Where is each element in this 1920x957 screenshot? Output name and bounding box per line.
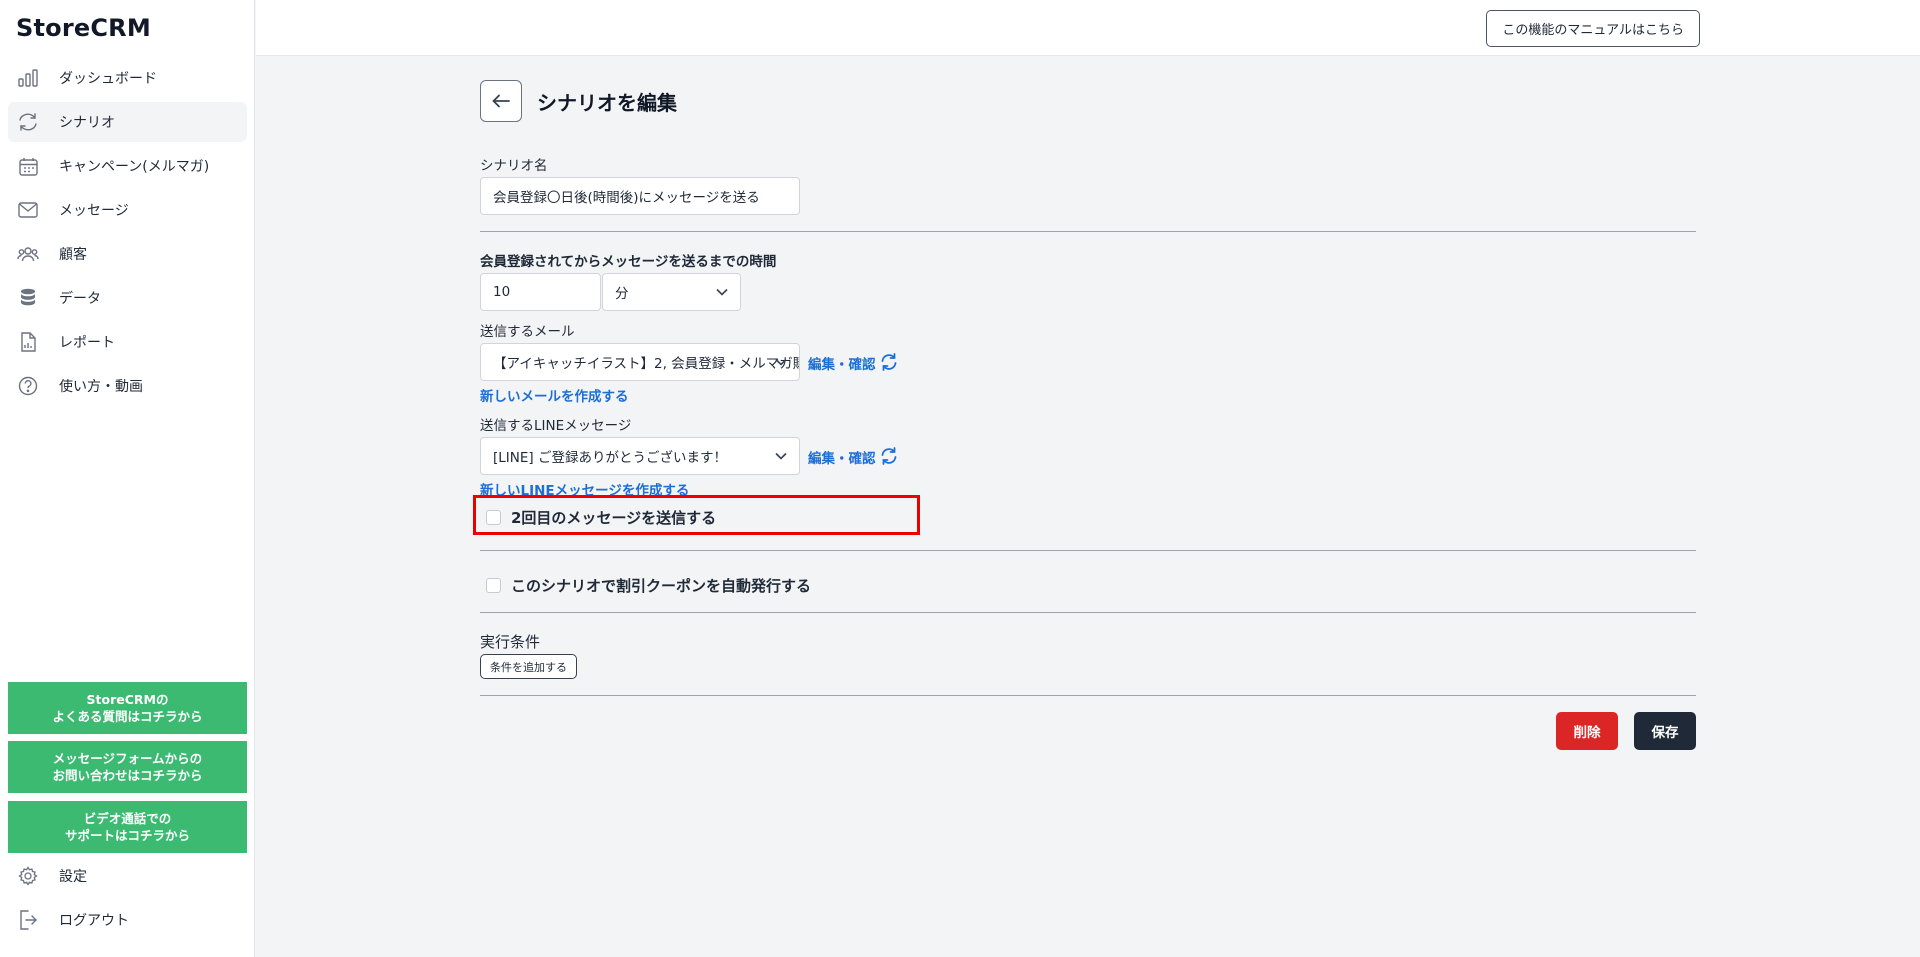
database-icon [16, 286, 40, 310]
line-message-select[interactable]: [LINE] ご登録ありがとうございます！ [480, 437, 800, 475]
coupon-checkbox-label: このシナリオで割引クーポンを自動発行する [511, 577, 812, 595]
sidebar-item-label: レポート [59, 335, 115, 351]
gear-icon [16, 864, 40, 888]
second-message-checkbox-label: 2回目のメッセージを送信する [511, 509, 717, 527]
chevron-down-icon [775, 358, 787, 366]
sidebar-item-label: 使い方・動画 [59, 379, 143, 395]
delay-unit-value: 分 [615, 286, 629, 302]
delete-button[interactable]: 削除 [1556, 712, 1618, 750]
sidebar-item-label: ダッシュボード [59, 71, 157, 87]
mail-edit-link[interactable]: 編集・確認 [808, 353, 876, 373]
app-logo[interactable]: StoreCRM [16, 14, 151, 42]
logout-icon [16, 908, 40, 932]
mail-select[interactable]: 【アイキャッチイラスト】2, 会員登録・メルマガ購読: [480, 343, 800, 381]
add-condition-button[interactable]: 条件を追加する [480, 654, 577, 679]
divider [480, 550, 1696, 551]
page-title: シナリオを編集 [537, 90, 677, 115]
chevron-down-icon [775, 452, 787, 460]
sidebar-nav: ダッシュボード シナリオ キャンペーン(メルマガ) メッセージ 顧客 データ レ… [8, 58, 247, 410]
scenario-name-label: シナリオ名 [480, 158, 548, 174]
sidebar-item-label: メッセージ [59, 203, 129, 219]
delay-label: 会員登録されてからメッセージを送るまでの時間 [480, 254, 777, 270]
scenario-name-input[interactable]: 会員登録〇日後(時間後)にメッセージを送る [480, 177, 800, 215]
calendar-icon [16, 154, 40, 178]
sidebar-item-logout[interactable]: ログアウト [8, 900, 247, 940]
sidebar-item-report[interactable]: レポート [8, 322, 247, 362]
sidebar-item-label: キャンペーン(メルマガ) [59, 159, 210, 175]
coupon-checkbox-row[interactable]: このシナリオで割引クーポンを自動発行する [486, 575, 811, 596]
sidebar-item-customers[interactable]: 顧客 [8, 234, 247, 274]
manual-link-button[interactable]: この機能のマニュアルはこちら [1486, 10, 1700, 47]
bar-chart-icon [16, 66, 40, 90]
line-select-value: [LINE] ご登録ありがとうございます！ [493, 450, 727, 466]
sidebar: StoreCRM ダッシュボード シナリオ キャンペーン(メルマガ) メッセージ [0, 0, 255, 957]
save-button[interactable]: 保存 [1634, 712, 1696, 750]
main-content: シナリオを編集 シナリオ名 会員登録〇日後(時間後)にメッセージを送る 会員登録… [473, 56, 1696, 957]
sidebar-item-settings[interactable]: 設定 [8, 856, 247, 896]
sidebar-item-campaign[interactable]: キャンペーン(メルマガ) [8, 146, 247, 186]
faq-help-button[interactable]: StoreCRMの よくある質問はコチラから [8, 682, 247, 734]
sidebar-item-label: ログアウト [59, 913, 129, 929]
sidebar-item-label: 設定 [59, 869, 87, 885]
refresh-icon[interactable] [880, 353, 898, 371]
coupon-checkbox[interactable] [486, 578, 501, 593]
sidebar-item-data[interactable]: データ [8, 278, 247, 318]
sidebar-item-message[interactable]: メッセージ [8, 190, 247, 230]
page-header: シナリオを編集 [480, 80, 677, 122]
delay-unit-select[interactable]: 分 [602, 273, 741, 311]
sidebar-item-howto[interactable]: 使い方・動画 [8, 366, 247, 406]
second-message-checkbox-row[interactable]: 2回目のメッセージを送信する [486, 507, 716, 528]
question-circle-icon [16, 374, 40, 398]
conditions-label: 実行条件 [480, 633, 541, 651]
top-bar: この機能のマニュアルはこちら [256, 0, 1920, 56]
sidebar-item-scenario[interactable]: シナリオ [8, 102, 247, 142]
mail-select-value: 【アイキャッチイラスト】2, 会員登録・メルマガ購読: [493, 356, 800, 372]
video-call-help-button[interactable]: ビデオ通話での サポートはコチラから [8, 801, 247, 853]
refresh-cycle-icon [16, 110, 40, 134]
sidebar-item-dashboard[interactable]: ダッシュボード [8, 58, 247, 98]
users-icon [16, 242, 40, 266]
contact-form-help-button[interactable]: メッセージフォームからの お問い合わせはコチラから [8, 741, 247, 793]
line-label: 送信するLINEメッセージ [480, 418, 632, 434]
sidebar-bottom-nav: 設定 ログアウト [8, 856, 247, 944]
sidebar-item-label: 顧客 [59, 247, 87, 263]
second-message-checkbox[interactable] [486, 510, 501, 525]
divider [480, 231, 1696, 232]
delay-value-input[interactable]: 10 [480, 273, 601, 311]
divider [480, 612, 1696, 613]
line-edit-link[interactable]: 編集・確認 [808, 447, 876, 467]
mail-icon [16, 198, 40, 222]
mail-label: 送信するメール [480, 324, 575, 340]
sidebar-item-label: シナリオ [59, 115, 115, 131]
chevron-down-icon [716, 288, 728, 296]
report-file-icon [16, 330, 40, 354]
arrow-left-icon [492, 94, 510, 108]
back-button[interactable] [480, 80, 522, 122]
sidebar-item-label: データ [59, 291, 101, 307]
divider [480, 695, 1696, 696]
refresh-icon[interactable] [880, 447, 898, 465]
new-mail-link[interactable]: 新しいメールを作成する [480, 385, 629, 405]
